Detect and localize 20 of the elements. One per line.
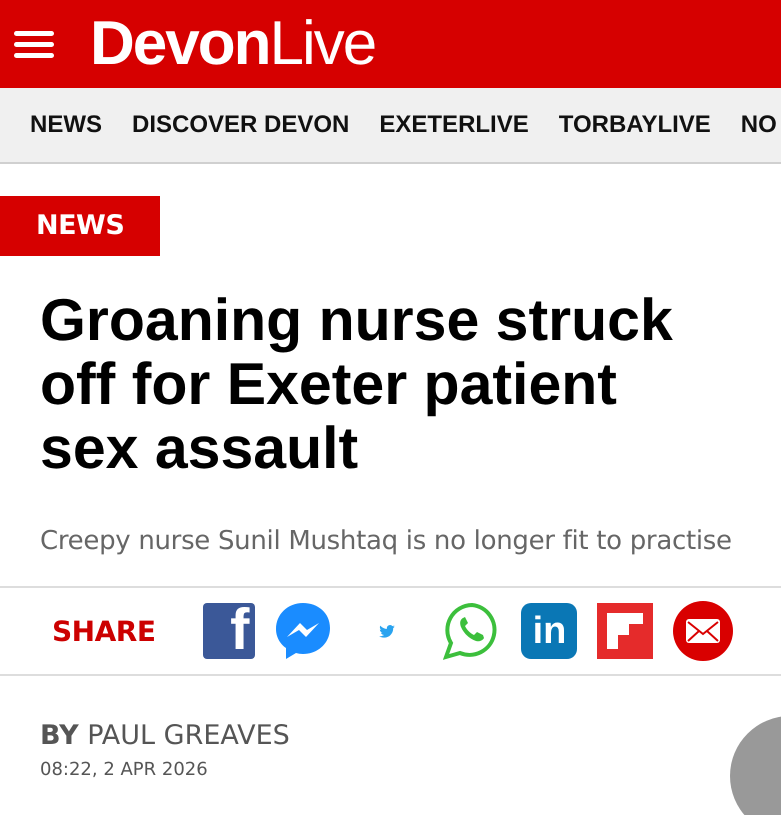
- standfirst: Creepy nurse Sunil Mushtaq is no longer fit to practise: [40, 526, 733, 556]
- author-byline: BY PAUL GREAVES: [40, 720, 291, 751]
- linkedin-button[interactable]: in: [521, 603, 578, 659]
- section-label[interactable]: NEWS: [0, 196, 160, 256]
- nav-link[interactable]: NO: [740, 111, 777, 139]
- flipboard-icon[interactable]: [597, 603, 654, 659]
- nav-link[interactable]: TORBAYLIVE: [558, 111, 711, 139]
- headline: Groaning nurse struck off for Exeter patient sex assault: [40, 288, 674, 480]
- publish-date: 08:22, 2 APR 2026: [40, 759, 209, 780]
- menu-icon: [14, 28, 54, 60]
- menu-button[interactable]: [14, 28, 54, 60]
- email-icon[interactable]: [673, 601, 734, 661]
- messenger-icon[interactable]: [275, 602, 332, 660]
- share-label: SHARE: [52, 614, 156, 648]
- nav-link[interactable]: DISCOVER DEVON: [132, 111, 350, 139]
- site-logo[interactable]: DevonLive: [90, 13, 376, 75]
- nav-link[interactable]: NEWS: [30, 111, 102, 139]
- nav-link[interactable]: EXETERLIVE: [379, 111, 529, 139]
- facebook-button[interactable]: f: [203, 603, 256, 659]
- bird-icon[interactable]: [379, 624, 396, 638]
